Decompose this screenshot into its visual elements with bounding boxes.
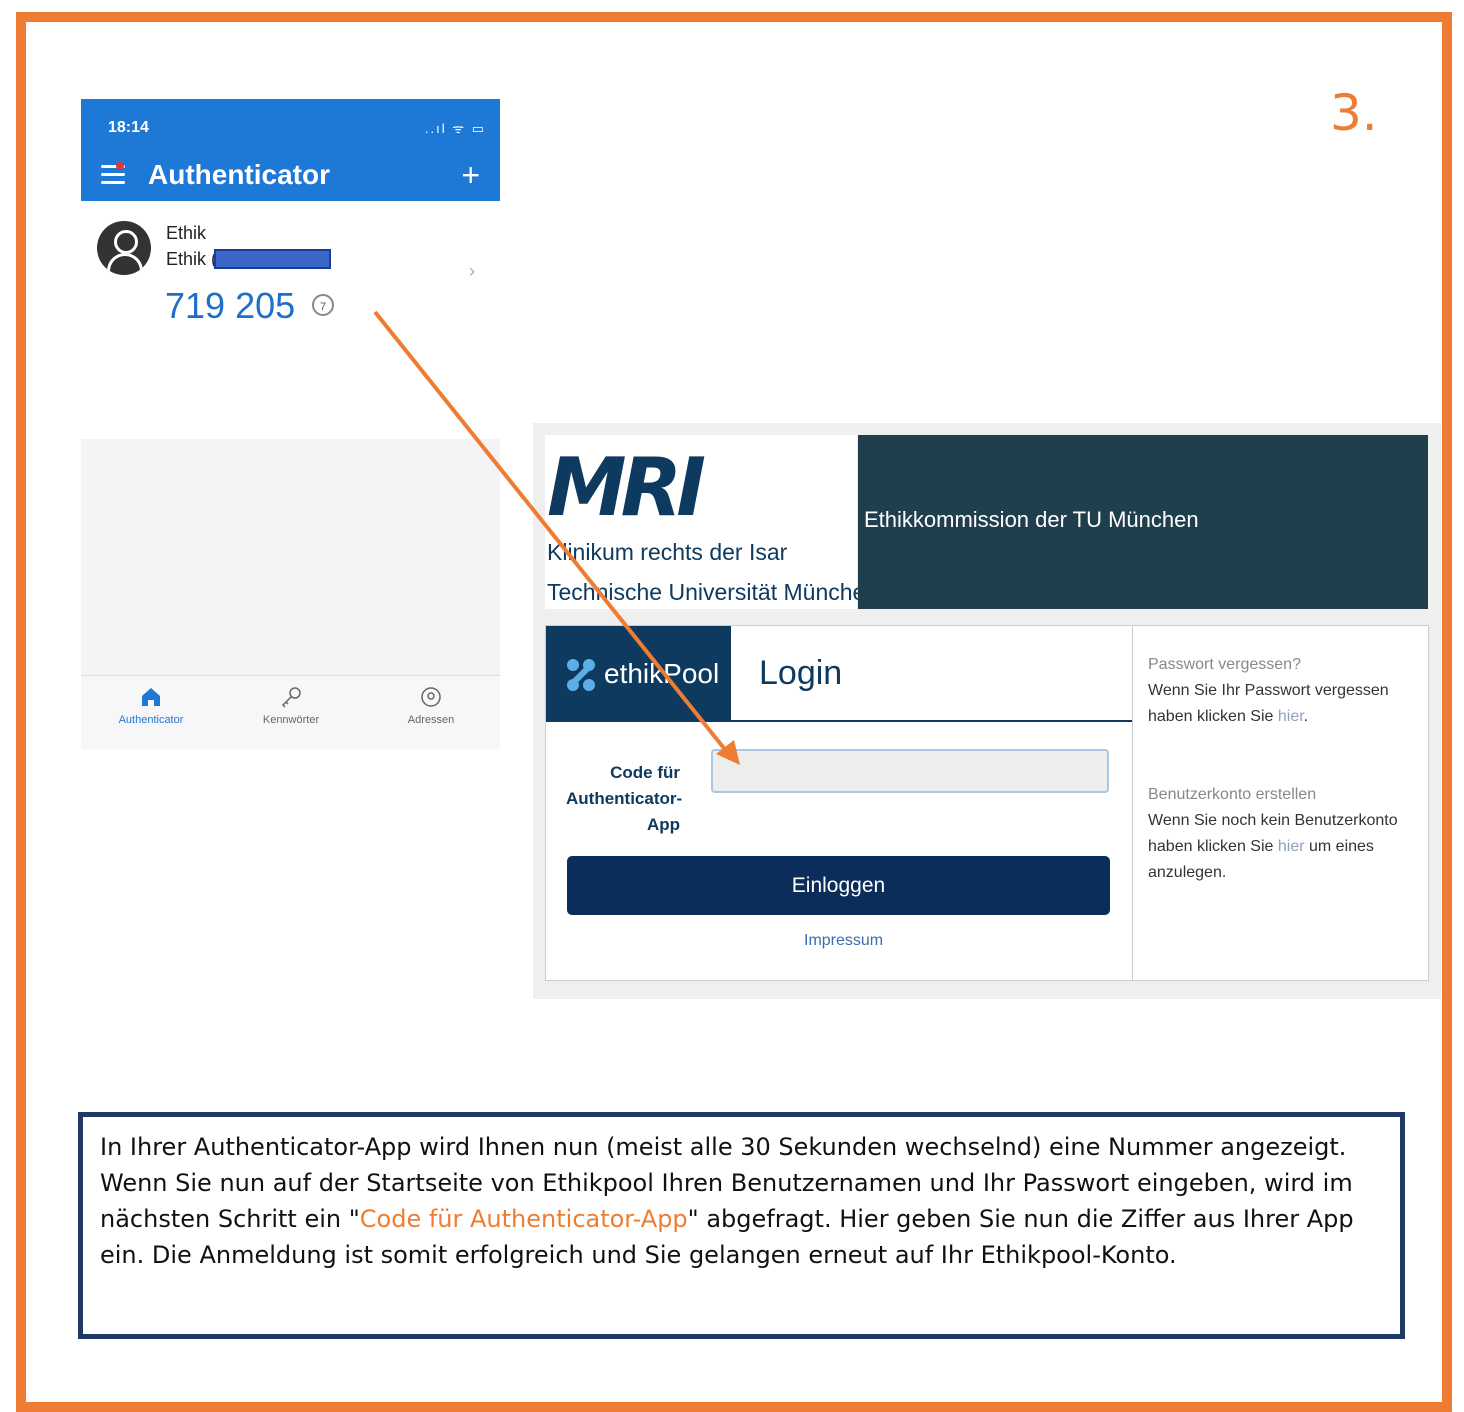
ethikpool-login-screenshot: MRI Klinikum rechts der Isar Technische … bbox=[533, 423, 1441, 999]
account-issuer: Ethik bbox=[166, 223, 207, 243]
tab-authenticator[interactable]: Authenticator bbox=[81, 676, 221, 749]
tab-label: Authenticator bbox=[118, 714, 184, 726]
divider bbox=[1132, 626, 1133, 980]
mri-logo: MRI bbox=[547, 441, 706, 534]
register-heading: Benutzerkonto erstellen bbox=[1148, 786, 1317, 803]
forgot-password-link[interactable]: hier bbox=[1278, 708, 1304, 725]
commission-title: Ethikkommission der TU München bbox=[864, 507, 1199, 532]
status-icons: ..ıl ᯤ ▭ bbox=[424, 121, 486, 136]
login-panel: ethikPool Login Code für Authenticator-A… bbox=[545, 625, 1429, 981]
timer-icon: 7 bbox=[312, 294, 334, 316]
tab-bar: Authenticator Kennwörter Adressen bbox=[81, 675, 500, 749]
authenticator-phone-screenshot: 18:14 ..ıl ᯤ ▭ Authenticator + Ethik Eth… bbox=[81, 99, 500, 749]
hospital-header: MRI Klinikum rechts der Isar Technische … bbox=[545, 435, 878, 609]
ethikpool-logo-icon bbox=[567, 659, 595, 691]
brand-text: ethikPool bbox=[604, 658, 720, 689]
tab-label: Kennwörter bbox=[262, 714, 320, 726]
otp-code: 719 205 bbox=[165, 285, 296, 326]
redaction-box bbox=[214, 249, 331, 269]
highlight-term: Code für Authenticator-App bbox=[359, 1205, 688, 1233]
instruction-box: In Ihrer Authenticator-App wird Ihnen nu… bbox=[78, 1112, 1405, 1339]
app-title: Authenticator bbox=[148, 159, 330, 190]
forgot-password-section: Passwort vergessen? Wenn Sie Ihr Passwor… bbox=[1148, 652, 1418, 730]
login-title: Login bbox=[759, 654, 843, 692]
tab-label: Adressen bbox=[407, 714, 455, 726]
impressum-link[interactable]: Impressum bbox=[804, 932, 883, 950]
divider bbox=[731, 720, 1132, 722]
account-item[interactable]: Ethik Ethik ( 719 205 7 › bbox=[81, 201, 500, 439]
key-icon bbox=[281, 687, 301, 708]
commission-header: Ethikkommission der TU München bbox=[858, 435, 1428, 609]
register-link[interactable]: hier bbox=[1278, 838, 1305, 855]
step-number: 3. bbox=[1330, 84, 1378, 142]
register-text: Wenn Sie noch kein Benutzerkonto haben k… bbox=[1148, 812, 1398, 881]
status-time: 18:14 bbox=[108, 119, 149, 136]
instruction-text: In Ihrer Authenticator-App wird Ihnen nu… bbox=[100, 1133, 1354, 1269]
university-name: Technische Universität München bbox=[547, 579, 879, 605]
forgot-password-heading: Passwort vergessen? bbox=[1148, 656, 1301, 673]
authenticator-code-input[interactable] bbox=[711, 749, 1109, 793]
forgot-password-text: Wenn Sie Ihr Passwort vergessen haben kl… bbox=[1148, 682, 1389, 725]
avatar bbox=[97, 221, 151, 275]
login-button[interactable]: Einloggen bbox=[567, 856, 1110, 915]
hospital-name: Klinikum rechts der Isar bbox=[547, 539, 788, 565]
app-header: 18:14 ..ıl ᯤ ▭ Authenticator + bbox=[81, 99, 500, 201]
notification-dot bbox=[116, 162, 124, 170]
location-icon bbox=[421, 687, 441, 707]
account-name: Ethik ( bbox=[166, 249, 218, 269]
tab-passwords[interactable]: Kennwörter bbox=[221, 676, 361, 749]
chevron-right-icon[interactable]: › bbox=[469, 261, 475, 282]
code-field-label: Code für Authenticator-App bbox=[566, 763, 683, 834]
plus-icon[interactable]: + bbox=[461, 157, 480, 194]
home-icon bbox=[142, 688, 160, 706]
register-section: Benutzerkonto erstellen Wenn Sie noch ke… bbox=[1148, 782, 1418, 886]
tab-addresses[interactable]: Adressen bbox=[361, 676, 500, 749]
ethikpool-brand: ethikPool bbox=[546, 626, 731, 722]
